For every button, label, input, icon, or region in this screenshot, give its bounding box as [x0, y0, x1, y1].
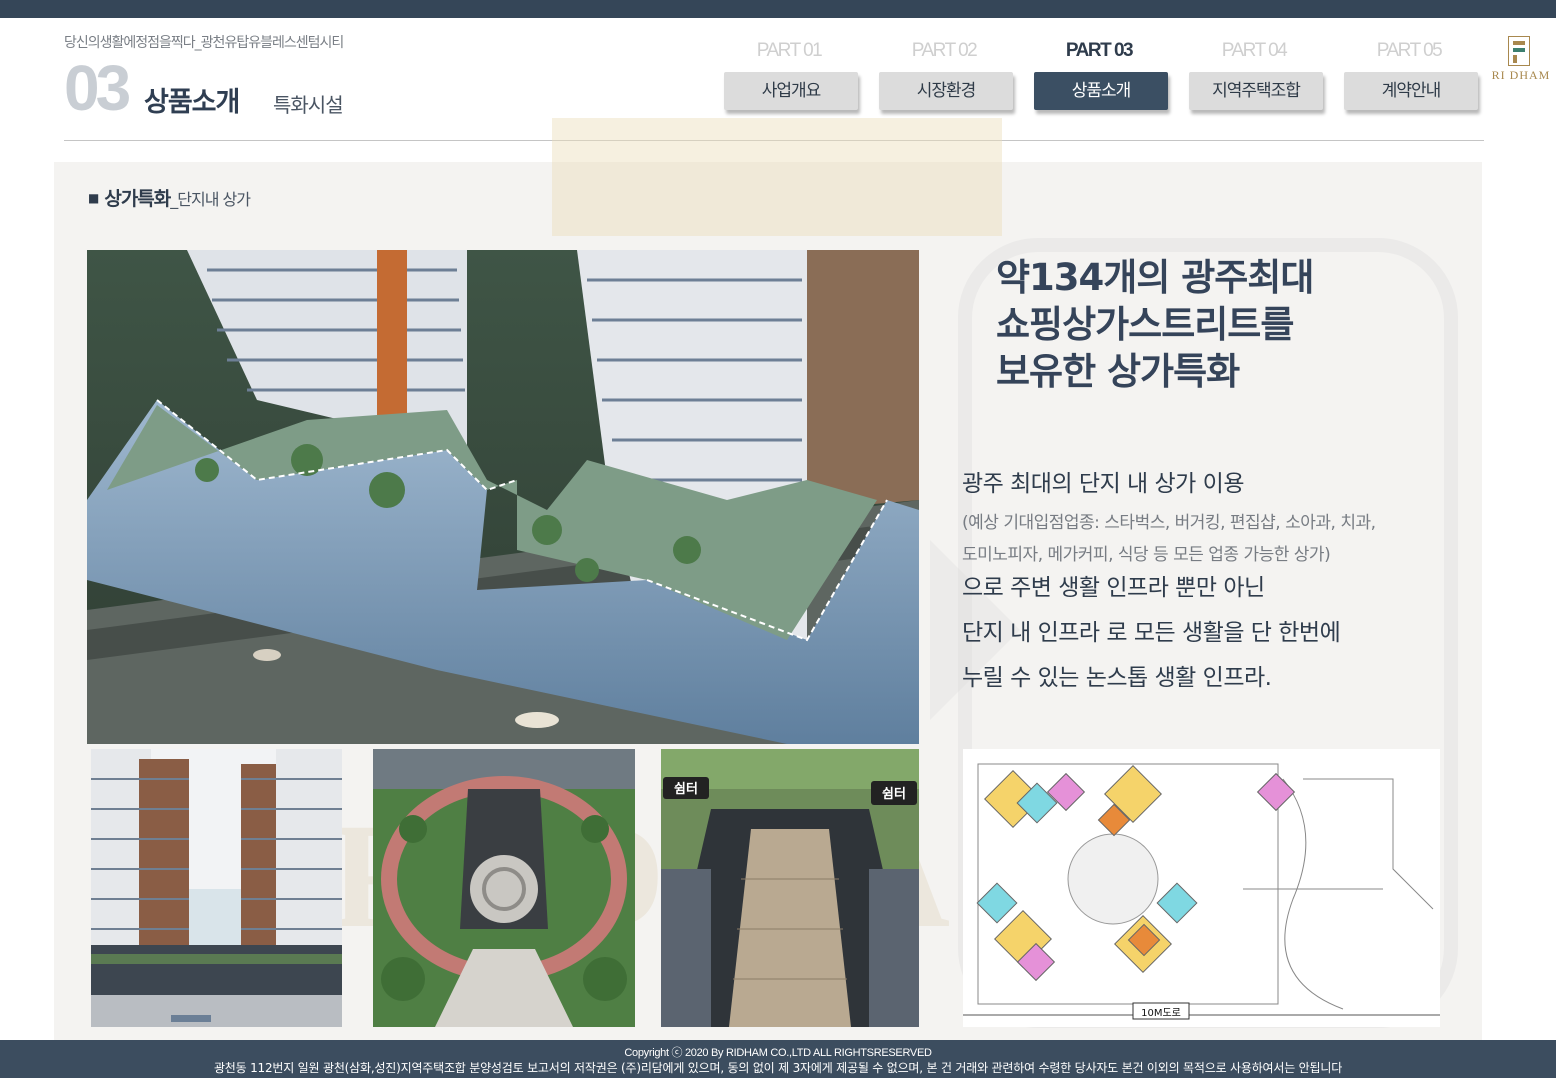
page-subtitle: 특화시설	[273, 93, 344, 117]
nav-part-05: PART 05	[1376, 40, 1443, 61]
nav-tab-contract-guide[interactable]: 계약안내	[1344, 72, 1478, 110]
aerial-commercial-image	[87, 250, 919, 744]
footer-notice: 광천동 112번지 일원 광천(삼화,성진)지역주택조합 분양성검토 보고서의 …	[213, 1061, 1343, 1075]
watermark-band	[552, 118, 1002, 236]
sub-heading-detail: _단지내 상가	[170, 190, 251, 209]
body-line-1: 으로 주변 생활 인프라 뿐만 아닌	[962, 575, 1265, 601]
headline: 약134개의 광주최대 쇼핑상가스트리트를 보유한 상가특화	[996, 254, 1416, 395]
shelter-label-left: 쉼터	[674, 782, 698, 797]
nav-part-04: PART 04	[1221, 40, 1288, 61]
brand-name: RI DHAM	[1491, 68, 1551, 82]
sub-heading-label: 상가특화	[104, 188, 171, 210]
headline-line-3: 보유한 상가특화	[996, 350, 1240, 393]
nav-part-02: PART 02	[911, 40, 978, 61]
body-paragraph: 으로 주변 생활 인프라 뿐만 아닌 단지 내 인프라 로 모든 생활을 단 한…	[962, 566, 1341, 701]
headline-line-1: 약134개의 광주최대	[996, 256, 1314, 299]
shelter-walkway-image: 쉼터 쉼터	[661, 749, 919, 1027]
footer: Copyright ⓒ 2020 By RIDHAM CO.,LTD ALL R…	[0, 1040, 1556, 1078]
tagline: 당신의생활에정점을찍다_광천유탑유블레스센텀시티	[64, 35, 344, 51]
shelter-label-right: 쉼터	[882, 787, 906, 802]
road-label: 10M도로	[1141, 1008, 1181, 1019]
body-note: (예상 기대입점업종: 스타벅스, 버거킹, 편집샵, 소아과, 치과, 도미노…	[962, 507, 1376, 571]
nav-tab-market-environment[interactable]: 시장환경	[879, 72, 1013, 110]
nav-part-03: PART 03	[1065, 40, 1134, 61]
rooftop-garden-image	[373, 749, 635, 1027]
site-plan-image: 10M도로	[963, 749, 1440, 1027]
footer-copyright: Copyright ⓒ 2020 By RIDHAM CO.,LTD ALL R…	[624, 1047, 932, 1059]
body-line-2: 단지 내 인프라 로 모든 생활을 단 한번에	[962, 620, 1341, 646]
body-line-main: 광주 최대의 단지 내 상가 이용	[962, 471, 1244, 497]
body-line-3: 누릴 수 있는 논스톱 생활 인프라.	[962, 665, 1272, 691]
headline-line-2: 쇼핑상가스트리트를	[996, 303, 1294, 346]
sub-heading: ■ 상가특화_단지내 상가	[88, 184, 251, 211]
section-number: 03	[64, 52, 131, 124]
nav-tab-business-overview[interactable]: 사업개요	[724, 72, 858, 110]
nav-tab-product-intro[interactable]: 상품소개	[1034, 72, 1168, 110]
page-title: 상품소개	[144, 87, 240, 118]
top-bar	[0, 0, 1556, 18]
nav-tab-housing-union[interactable]: 지역주택조합	[1189, 72, 1323, 110]
body-note-line-1: (예상 기대입점업종: 스타벅스, 버거킹, 편집샵, 소아과, 치과,	[962, 513, 1376, 533]
towers-street-image	[91, 749, 342, 1027]
square-bullet-icon: ■	[88, 191, 99, 205]
brand-logo-icon	[1508, 36, 1530, 66]
nav-part-01: PART 01	[756, 40, 823, 61]
